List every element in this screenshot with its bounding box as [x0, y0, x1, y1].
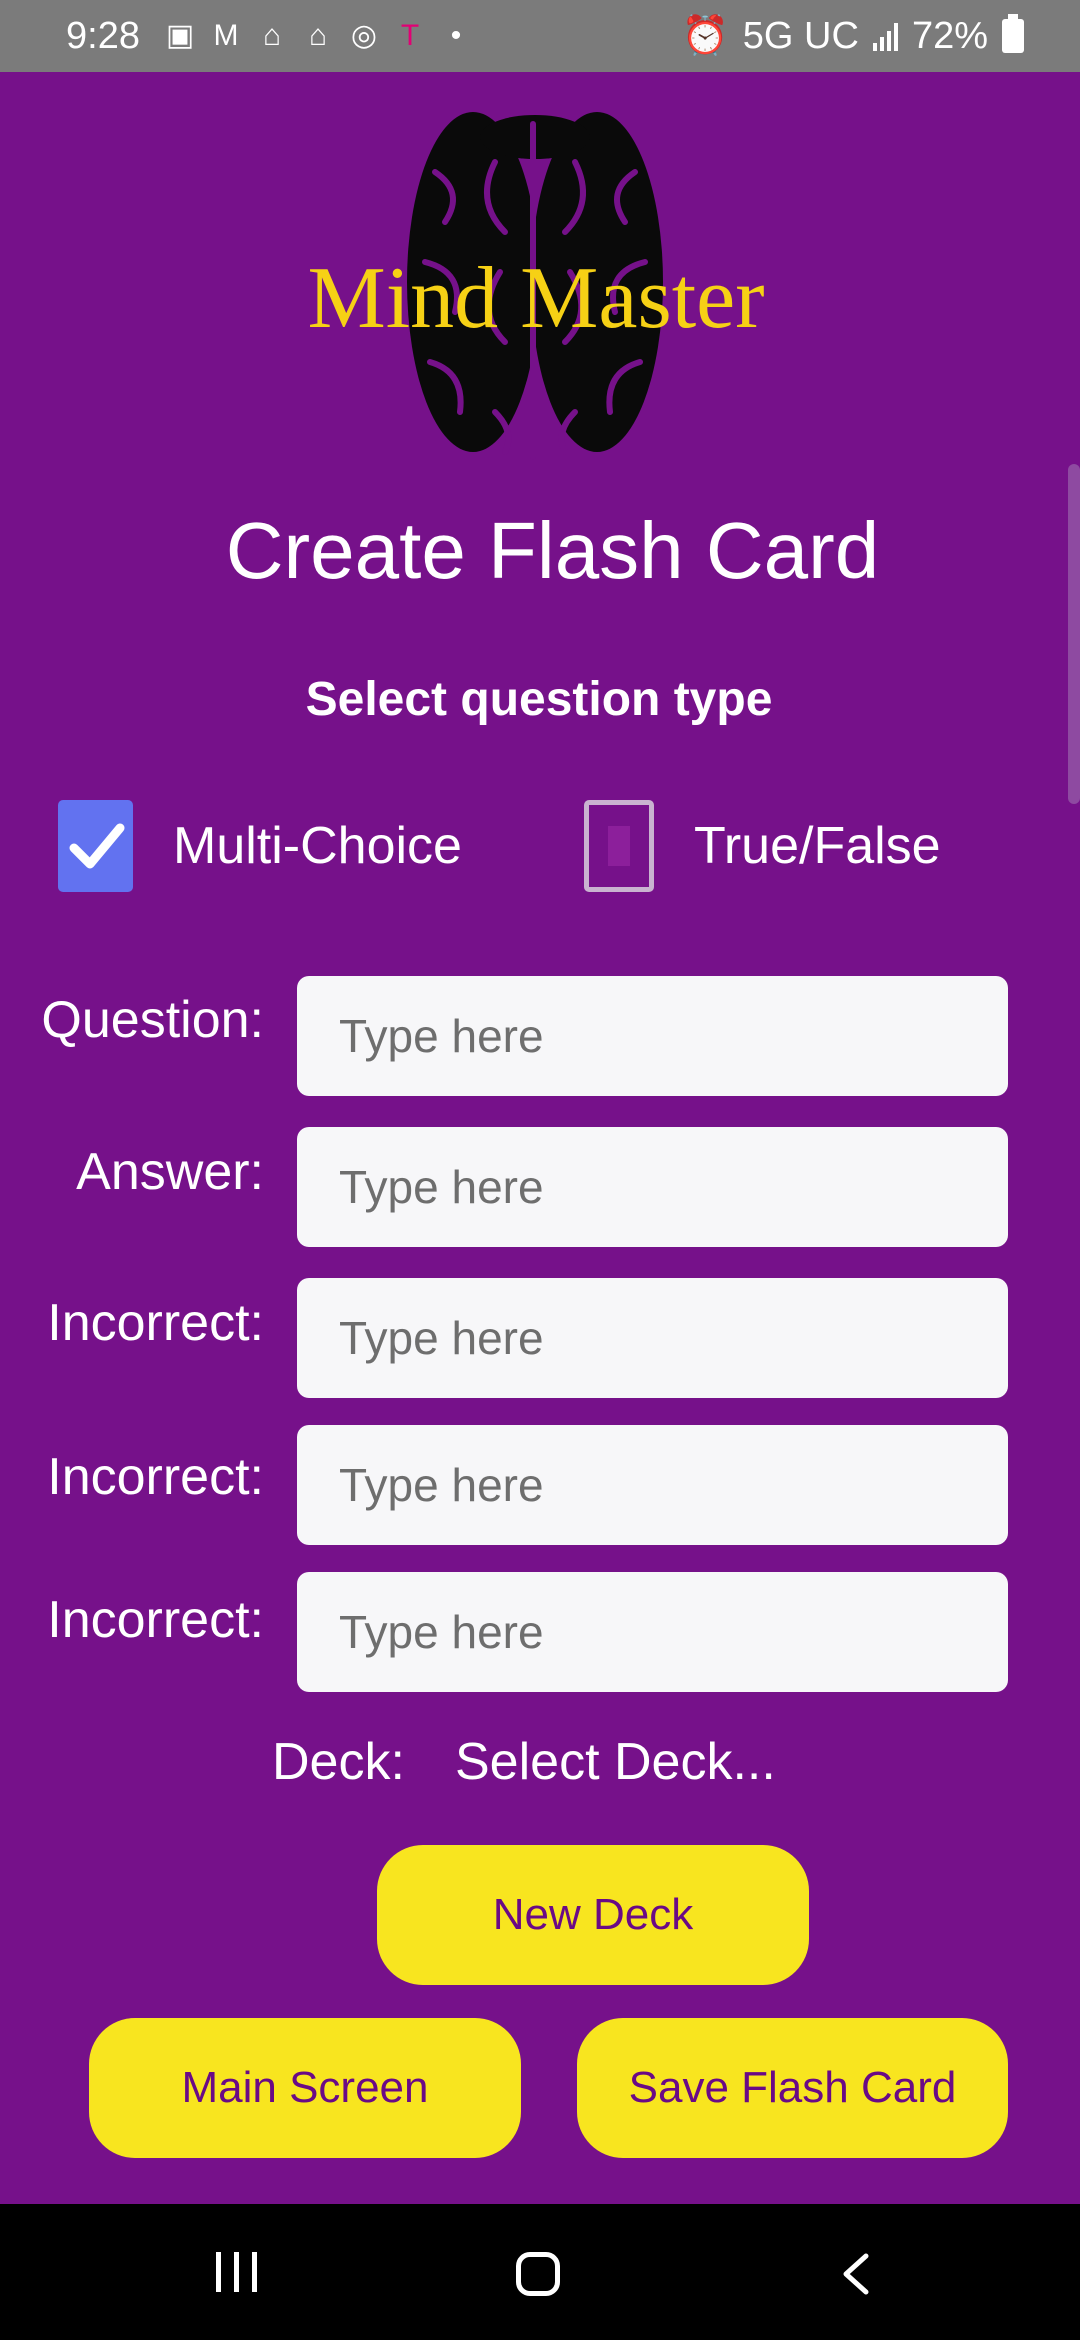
answer-label: Answer:	[76, 1143, 264, 1201]
deck-select[interactable]: Select Deck...	[455, 1732, 776, 1792]
true-false-checkbox[interactable]	[584, 800, 654, 892]
checkmark-icon	[69, 823, 124, 869]
incorrect-input-3[interactable]	[297, 1572, 1008, 1692]
new-deck-button[interactable]: New Deck	[377, 1845, 809, 1985]
notification-icons: ▣ M ⌂ ⌂ ◎ T •	[162, 0, 474, 72]
back-icon[interactable]	[836, 2252, 876, 2296]
scrollbar[interactable]	[1068, 464, 1080, 804]
answer-input[interactable]	[297, 1127, 1008, 1247]
dot-icon: •	[450, 19, 462, 52]
signal-icon	[872, 21, 898, 51]
multi-choice-checkbox[interactable]	[58, 800, 133, 892]
page-title: Create Flash Card	[225, 506, 880, 595]
question-type-label: Select question type	[305, 673, 773, 726]
network-type: 5G UC	[742, 15, 859, 57]
main-screen-button[interactable]: Main Screen	[89, 2018, 521, 2158]
battery-level: 72%	[911, 15, 988, 57]
battery-icon	[1002, 14, 1024, 53]
create-flash-card-screen: 9:28 ▣ M ⌂ ⌂ ◎ T • ⏰ 5G UC 72% Mind Mast…	[0, 0, 1080, 2340]
question-input[interactable]	[297, 976, 1008, 1096]
incorrect-input-1[interactable]	[297, 1278, 1008, 1398]
deck-label: Deck:	[272, 1733, 405, 1791]
incorrect-label-3: Incorrect:	[47, 1591, 264, 1649]
home-icon: ⌂	[262, 19, 282, 52]
voicemail-icon: ▣	[165, 19, 195, 52]
logo-text: Mind Master	[307, 250, 765, 347]
true-false-label: True/False	[694, 817, 941, 875]
gmail-icon: M	[213, 19, 239, 52]
t-mobile-icon: T	[400, 19, 420, 52]
navigation-bar	[0, 2204, 1080, 2340]
incorrect-label-2: Incorrect:	[47, 1448, 264, 1506]
recent-apps-icon[interactable]	[216, 2252, 257, 2292]
status-bar: 9:28 ▣ M ⌂ ⌂ ◎ T • ⏰ 5G UC 72%	[0, 0, 1080, 72]
question-label: Question:	[41, 991, 264, 1049]
home-button-icon[interactable]	[516, 2252, 560, 2296]
incorrect-input-2[interactable]	[297, 1425, 1008, 1545]
checkbox-inner	[608, 826, 630, 866]
status-time: 9:28	[66, 15, 140, 57]
incorrect-label-1: Incorrect:	[47, 1294, 264, 1352]
true-false-checkbox-row[interactable]: True/False	[584, 800, 941, 892]
multi-choice-checkbox-row[interactable]: Multi-Choice	[58, 800, 462, 892]
app-icon: ◎	[350, 19, 378, 52]
home-icon: ⌂	[308, 19, 328, 52]
save-flash-card-button[interactable]: Save Flash Card	[577, 2018, 1008, 2158]
status-right: ⏰ 5G UC 72%	[681, 0, 1024, 72]
multi-choice-label: Multi-Choice	[173, 817, 462, 875]
alarm-icon: ⏰	[681, 15, 729, 57]
